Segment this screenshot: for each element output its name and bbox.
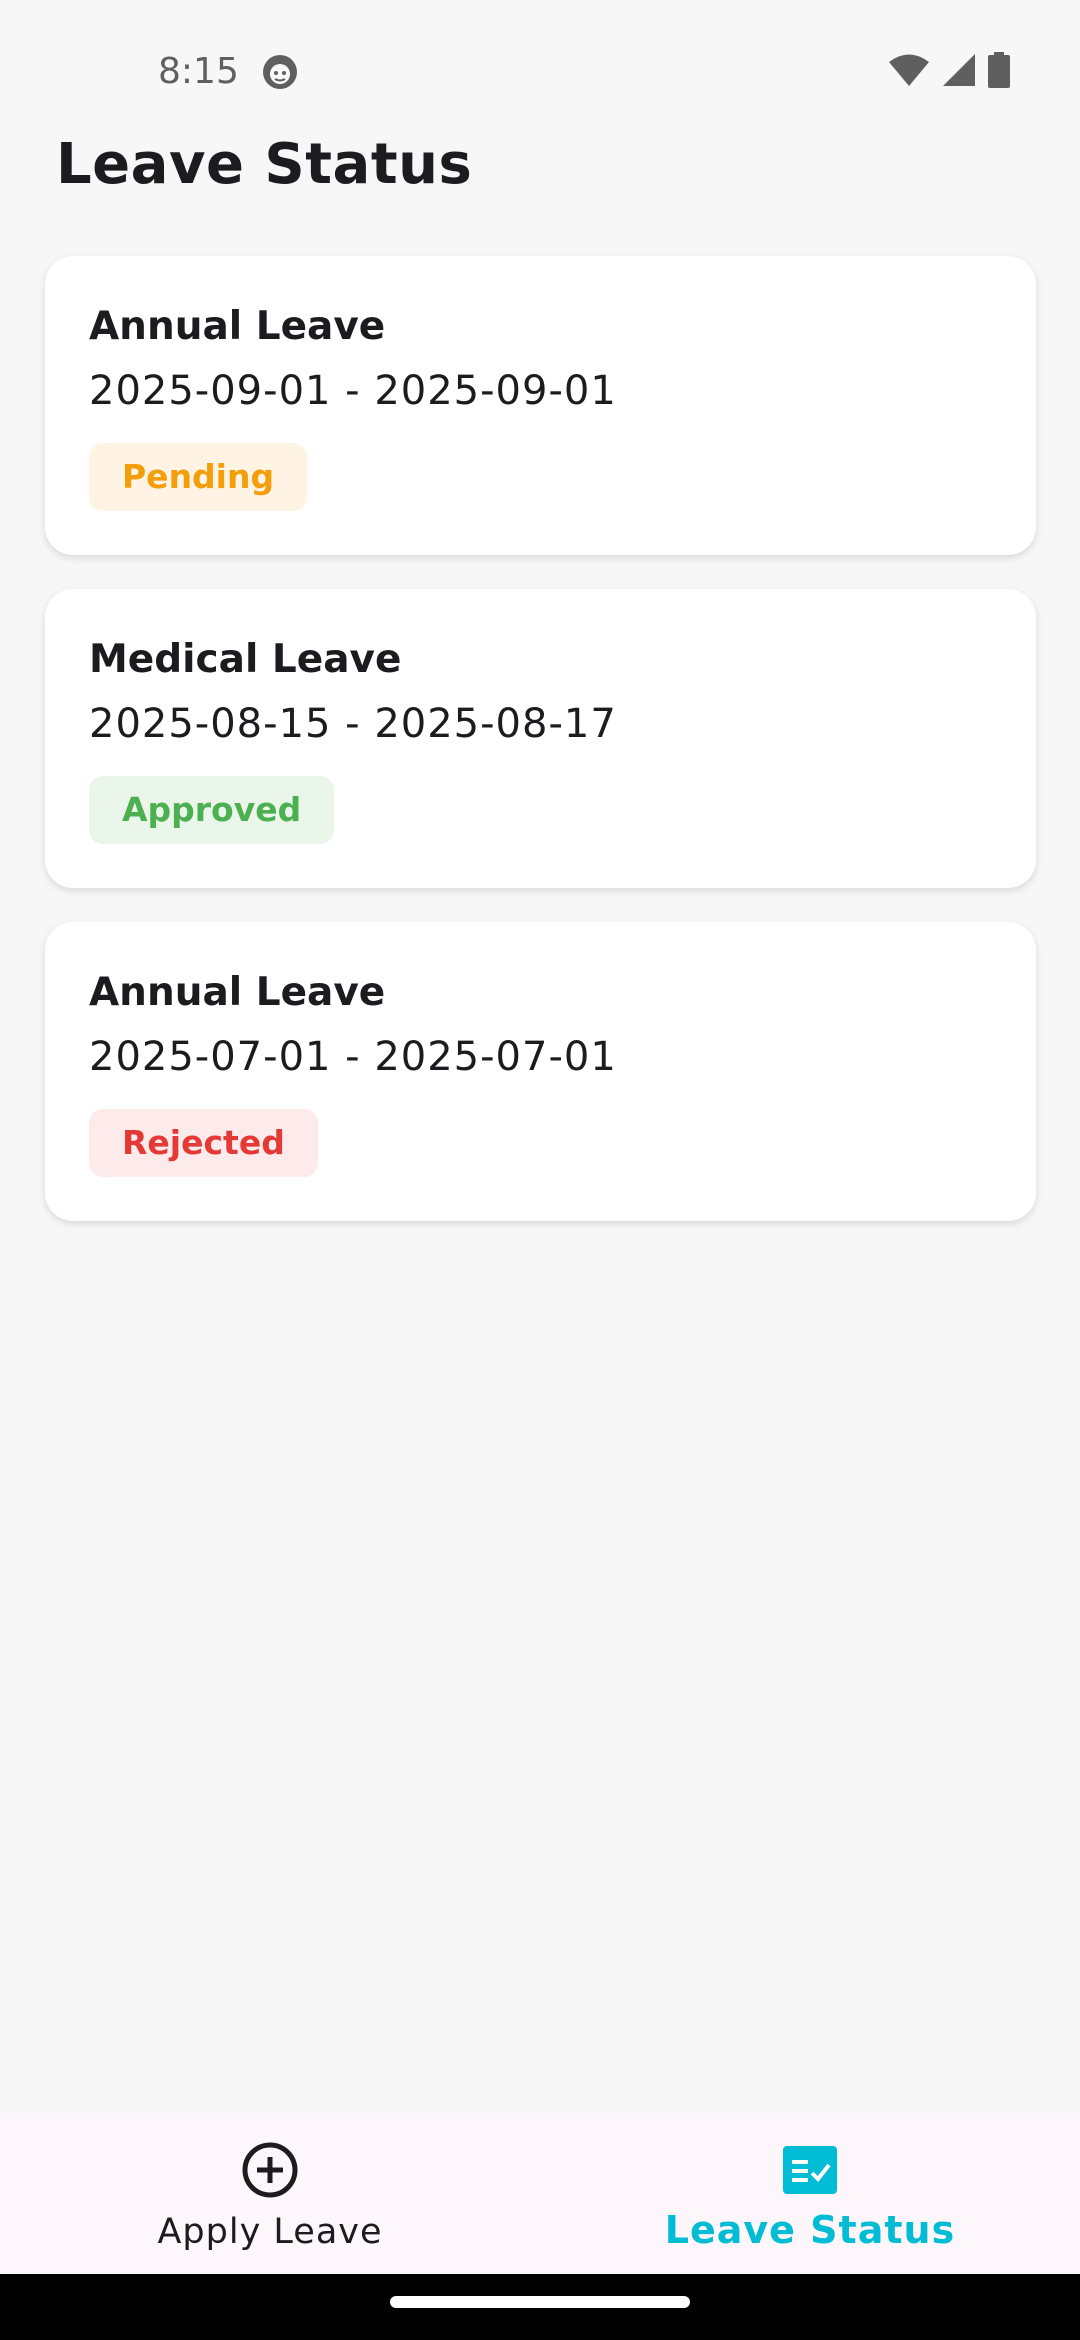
nav-label-leave-status: Leave Status bbox=[664, 2208, 956, 2252]
status-badge: Rejected bbox=[89, 1109, 318, 1177]
nav-item-apply-leave[interactable]: Apply Leave bbox=[0, 2114, 540, 2274]
leave-type: Annual Leave bbox=[89, 304, 386, 349]
leave-card[interactable]: Annual Leave 2025-07-01 - 2025-07-01 Rej… bbox=[45, 922, 1036, 1221]
leave-card[interactable]: Medical Leave 2025-08-15 - 2025-08-17 Ap… bbox=[45, 589, 1036, 888]
cellular-signal-icon bbox=[942, 53, 976, 91]
leave-list: Annual Leave 2025-09-01 - 2025-09-01 Pen… bbox=[45, 256, 1036, 1255]
nav-item-leave-status[interactable]: Leave Status bbox=[540, 2114, 1080, 2274]
fact-check-icon bbox=[780, 2140, 840, 2200]
app-notification-icon bbox=[262, 54, 298, 90]
add-circle-icon bbox=[240, 2140, 300, 2200]
home-gesture-handle[interactable] bbox=[390, 2296, 690, 2308]
leave-dates: 2025-07-01 - 2025-07-01 bbox=[89, 1034, 617, 1080]
battery-icon bbox=[988, 52, 1010, 92]
status-badge: Approved bbox=[89, 776, 335, 844]
page-title: Leave Status bbox=[56, 132, 473, 197]
leave-type: Medical Leave bbox=[89, 637, 402, 682]
wifi-icon bbox=[888, 53, 930, 91]
status-bar: 8:15 bbox=[0, 0, 1080, 140]
gesture-navigation-bar bbox=[0, 2274, 1080, 2340]
nav-label-apply-leave: Apply Leave bbox=[157, 2212, 383, 2252]
leave-dates: 2025-08-15 - 2025-08-17 bbox=[89, 701, 617, 747]
status-time: 8:15 bbox=[158, 51, 239, 92]
status-badge: Pending bbox=[89, 443, 308, 511]
bottom-navigation: Apply Leave Leave Status bbox=[0, 2114, 1080, 2274]
leave-type: Annual Leave bbox=[89, 970, 386, 1015]
leave-status-screen: 8:15 Leave Status Annual Leave 2025-09-0… bbox=[0, 0, 1080, 2340]
leave-card[interactable]: Annual Leave 2025-09-01 - 2025-09-01 Pen… bbox=[45, 256, 1036, 555]
leave-dates: 2025-09-01 - 2025-09-01 bbox=[89, 368, 617, 414]
